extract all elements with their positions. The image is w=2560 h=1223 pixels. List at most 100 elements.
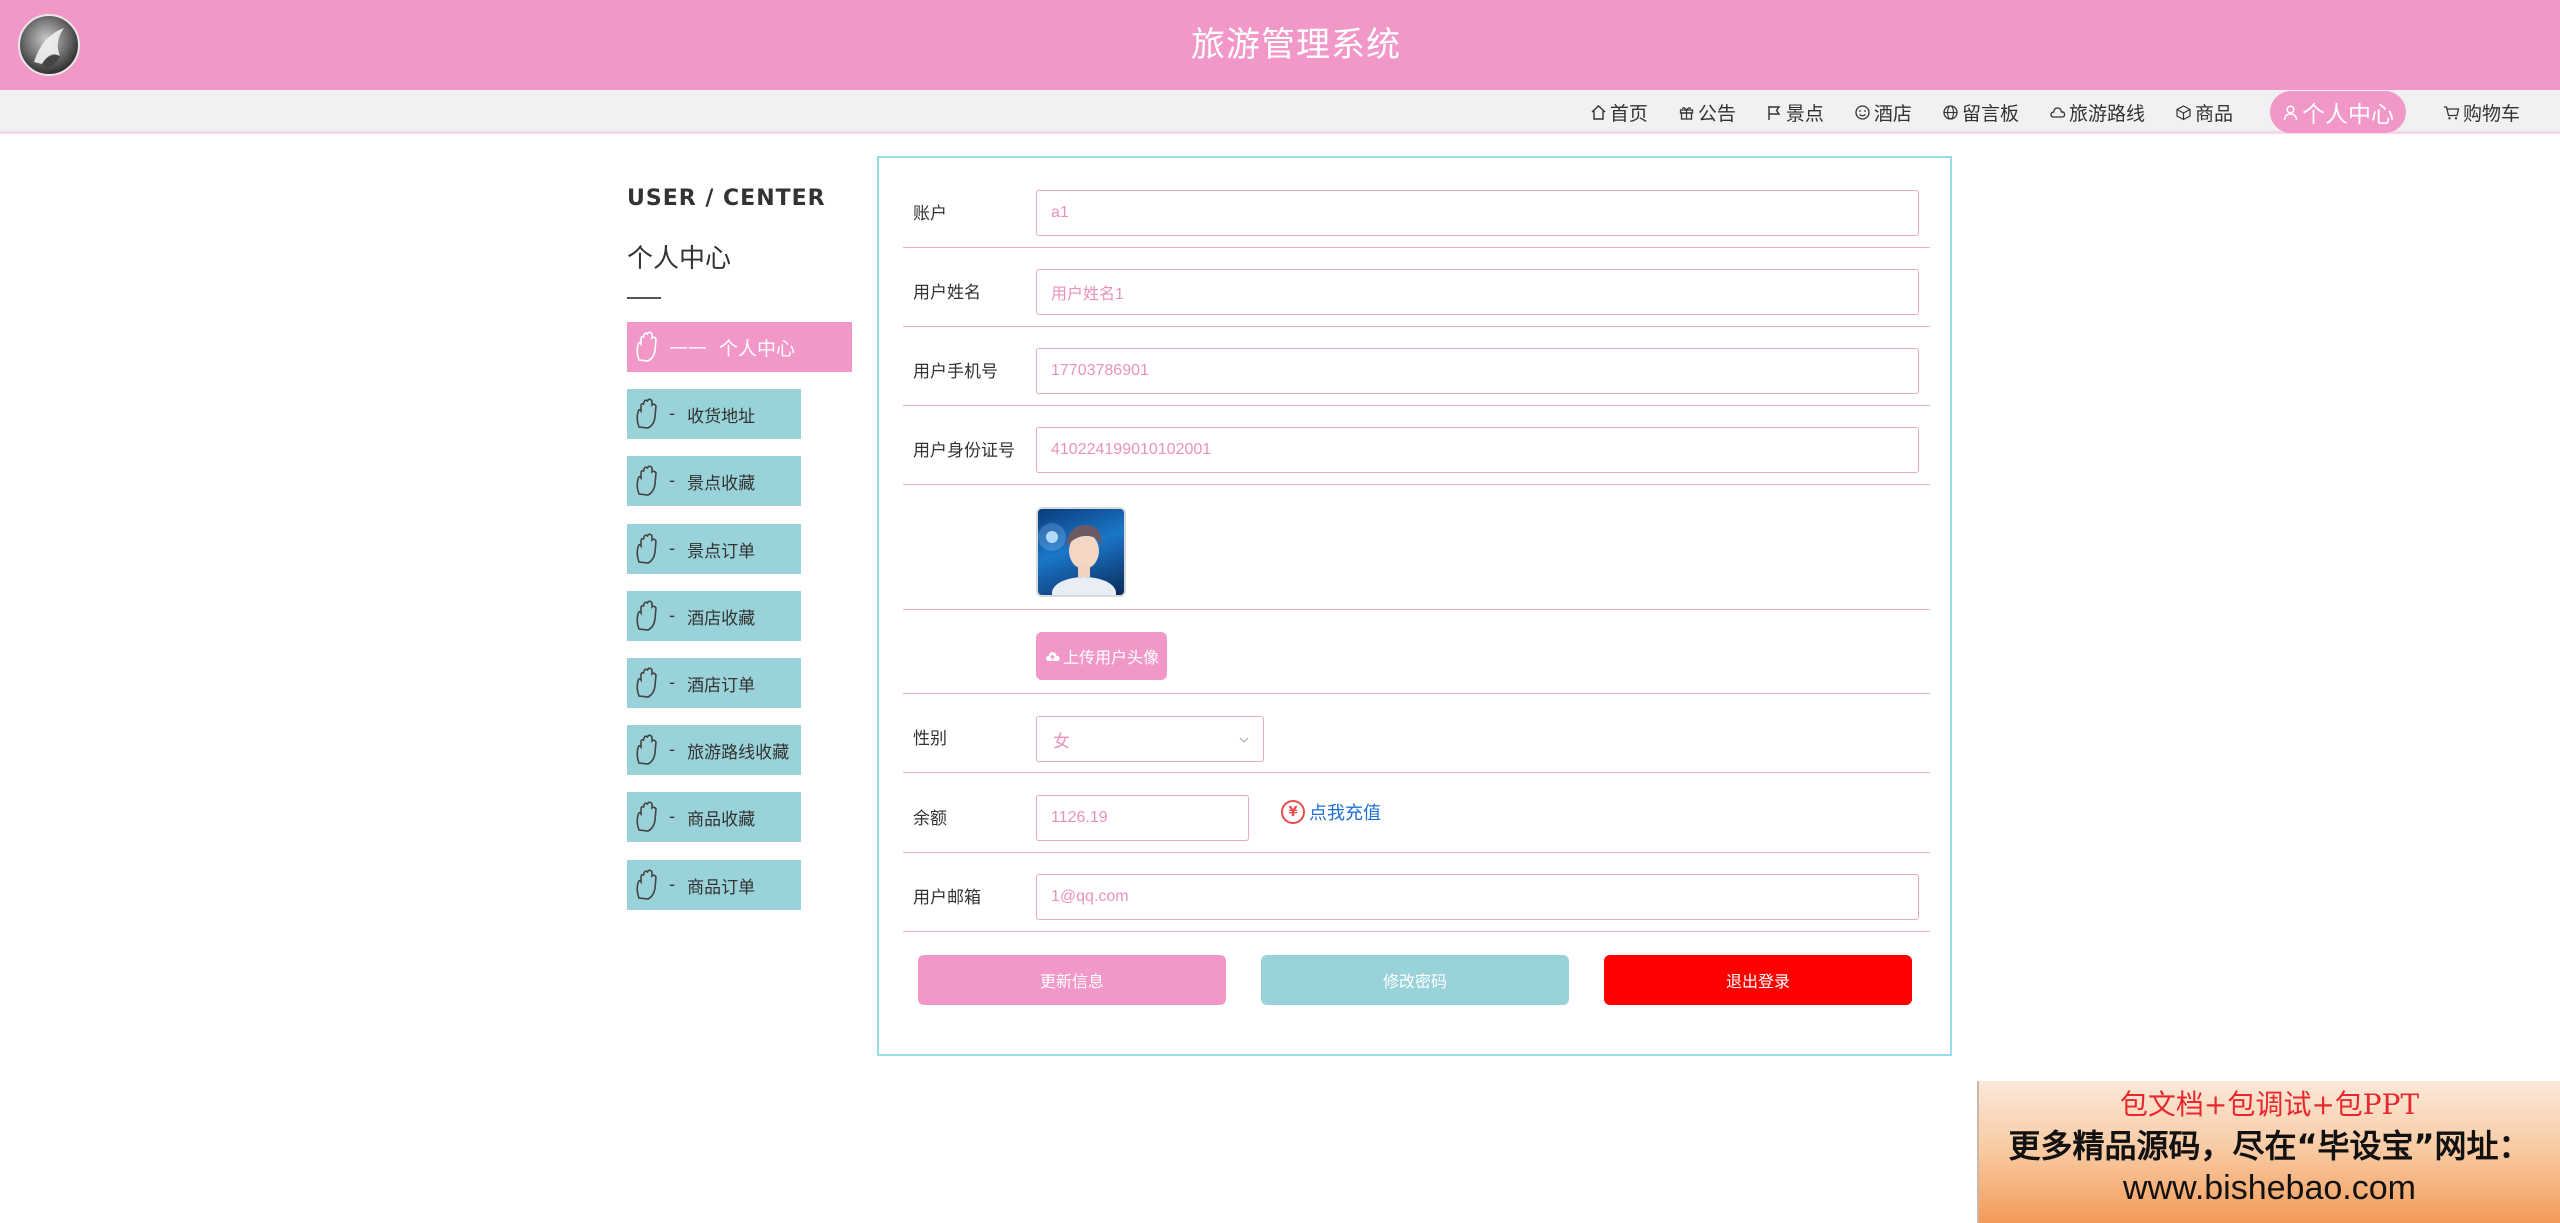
form-row-phone: 用户手机号 — [903, 327, 1930, 406]
idcard-label: 用户身份证号 — [913, 441, 1015, 461]
account-label: 账户 — [913, 204, 947, 224]
sidebar-item-attraction-favorites[interactable]: - 景点收藏 — [627, 456, 801, 506]
sidebar-title-cn: 个人中心 — [627, 244, 732, 274]
sidebar-item-prefix: - — [669, 807, 676, 827]
nav-item-label: 首页 — [1609, 102, 1648, 125]
nav-item-routes[interactable]: 旅游路线 — [2034, 90, 2160, 134]
nav-item-messageboard[interactable]: 留言板 — [1927, 90, 2034, 134]
main-nav: 首页 公告 景点 酒店 留言板 旅游路线 商品 个人中心 购物车 — [1575, 90, 2535, 134]
sidebar-item-label: 酒店收藏 — [687, 608, 756, 629]
flag-icon — [1766, 104, 1783, 121]
balance-input[interactable] — [1036, 795, 1249, 841]
promo-line-1: 包文档+包调试+包PPT — [2119, 1088, 2420, 1121]
sidebar-item-prefix: - — [669, 539, 676, 559]
globe-icon — [1942, 104, 1959, 121]
yen-icon: ¥ — [1281, 800, 1305, 824]
sidebar-item-prefix: - — [669, 875, 676, 895]
recharge-link[interactable]: ¥ 点我充值 — [1281, 799, 1381, 825]
nav-item-label: 个人中心 — [2301, 102, 2394, 128]
sidebar-item-label: 酒店订单 — [687, 675, 756, 696]
hand-icon — [633, 532, 663, 566]
sidebar-item-user-center[interactable]: —— 个人中心 — [627, 322, 852, 372]
form-row-idcard: 用户身份证号 — [903, 406, 1930, 485]
nav-item-cart[interactable]: 购物车 — [2428, 90, 2535, 134]
hand-icon — [633, 868, 663, 902]
sidebar-item-attraction-orders[interactable]: - 景点订单 — [627, 524, 801, 574]
nav-item-attractions[interactable]: 景点 — [1751, 90, 1839, 134]
sidebar-item-hotel-orders[interactable]: - 酒店订单 — [627, 658, 801, 708]
hand-icon — [633, 733, 663, 767]
nav-item-notice[interactable]: 公告 — [1663, 90, 1751, 134]
cube-icon — [2175, 104, 2192, 121]
sidebar-title-en: USER / CENTER — [627, 186, 826, 211]
top-header: 旅游管理系统 — [0, 0, 2560, 90]
name-input[interactable] — [1036, 269, 1919, 315]
sidebar-item-prefix: —— — [669, 336, 707, 358]
form-row-avatar — [903, 485, 1930, 610]
hand-icon — [633, 666, 663, 700]
sidebar-item-label: 收货地址 — [687, 406, 756, 427]
hand-icon — [633, 599, 663, 633]
sidebar-item-label: 商品订单 — [687, 877, 756, 898]
upload-avatar-button[interactable]: 上传用户头像 — [1036, 632, 1167, 680]
idcard-input[interactable] — [1036, 427, 1919, 473]
sidebar-item-hotel-favorites[interactable]: - 酒店收藏 — [627, 591, 801, 641]
update-info-button[interactable]: 更新信息 — [918, 955, 1226, 1005]
hand-icon — [633, 464, 663, 498]
sidebar-item-label: 景点订单 — [687, 541, 756, 562]
sidebar-item-prefix: - — [669, 471, 676, 491]
nav-item-label: 景点 — [1785, 102, 1824, 125]
chevron-down-icon — [1237, 732, 1251, 746]
account-input[interactable] — [1036, 190, 1919, 236]
smile-icon — [1854, 104, 1871, 121]
recharge-label: 点我充值 — [1309, 803, 1381, 824]
sidebar-item-prefix: - — [669, 404, 676, 424]
app-title: 旅游管理系统 — [1191, 25, 1401, 65]
nav-item-label: 购物车 — [2462, 102, 2520, 125]
profile-form-card: 账户 用户姓名 用户手机号 用户身份证号 上传用户头像 — [877, 156, 1952, 1056]
sidebar-item-product-orders[interactable]: - 商品订单 — [627, 860, 801, 910]
gender-label: 性别 — [913, 729, 947, 749]
hand-icon — [633, 800, 663, 834]
user-avatar — [1036, 507, 1126, 597]
promo-line-3: www.bishebao.com — [2123, 1169, 2416, 1207]
nav-item-label: 酒店 — [1873, 102, 1912, 125]
nav-item-user-center[interactable]: 个人中心 — [2269, 91, 2406, 133]
change-password-button[interactable]: 修改密码 — [1261, 955, 1569, 1005]
sidebar-divider — [627, 297, 661, 299]
sidebar-item-route-favorites[interactable]: - 旅游路线收藏 — [627, 725, 801, 775]
form-row-balance: 余额 ¥ 点我充值 — [903, 773, 1930, 853]
sidebar-item-prefix: - — [669, 606, 676, 626]
hand-icon — [633, 330, 663, 364]
balance-label: 余额 — [913, 809, 947, 829]
phone-label: 用户手机号 — [913, 362, 998, 382]
nav-item-home[interactable]: 首页 — [1575, 90, 1663, 134]
sidebar-item-label: 景点收藏 — [687, 473, 756, 494]
form-row-email: 用户邮箱 — [903, 853, 1930, 932]
form-row-account: 账户 — [903, 158, 1930, 248]
nav-bar: 首页 公告 景点 酒店 留言板 旅游路线 商品 个人中心 购物车 — [0, 90, 2560, 134]
form-row-gender: 性别 女 — [903, 694, 1930, 773]
phone-input[interactable] — [1036, 348, 1919, 394]
sidebar-item-label: 个人中心 — [719, 337, 796, 360]
promo-line-2: 更多精品源码，尽在“毕设宝”网址： — [2008, 1127, 2531, 1165]
gift-icon — [1678, 104, 1695, 121]
sidebar-item-prefix: - — [669, 740, 676, 760]
email-label: 用户邮箱 — [913, 888, 981, 908]
email-input[interactable] — [1036, 874, 1919, 920]
sidebar-item-address[interactable]: - 收货地址 — [627, 389, 801, 439]
nav-item-hotels[interactable]: 酒店 — [1839, 90, 1927, 134]
form-row-name: 用户姓名 — [903, 248, 1930, 327]
nav-item-products[interactable]: 商品 — [2160, 90, 2248, 134]
nav-item-label: 留言板 — [1961, 102, 2019, 125]
sidebar-item-label: 商品收藏 — [687, 809, 756, 830]
nav-item-label: 公告 — [1697, 102, 1736, 125]
logout-button[interactable]: 退出登录 — [1604, 955, 1912, 1005]
cloud-upload-icon — [1044, 649, 1061, 663]
gender-select[interactable]: 女 — [1036, 716, 1264, 762]
nav-item-label: 商品 — [2194, 102, 2233, 125]
home-icon — [1590, 104, 1607, 121]
user-icon — [2282, 104, 2299, 121]
name-label: 用户姓名 — [913, 283, 981, 303]
sidebar-item-product-favorites[interactable]: - 商品收藏 — [627, 792, 801, 842]
